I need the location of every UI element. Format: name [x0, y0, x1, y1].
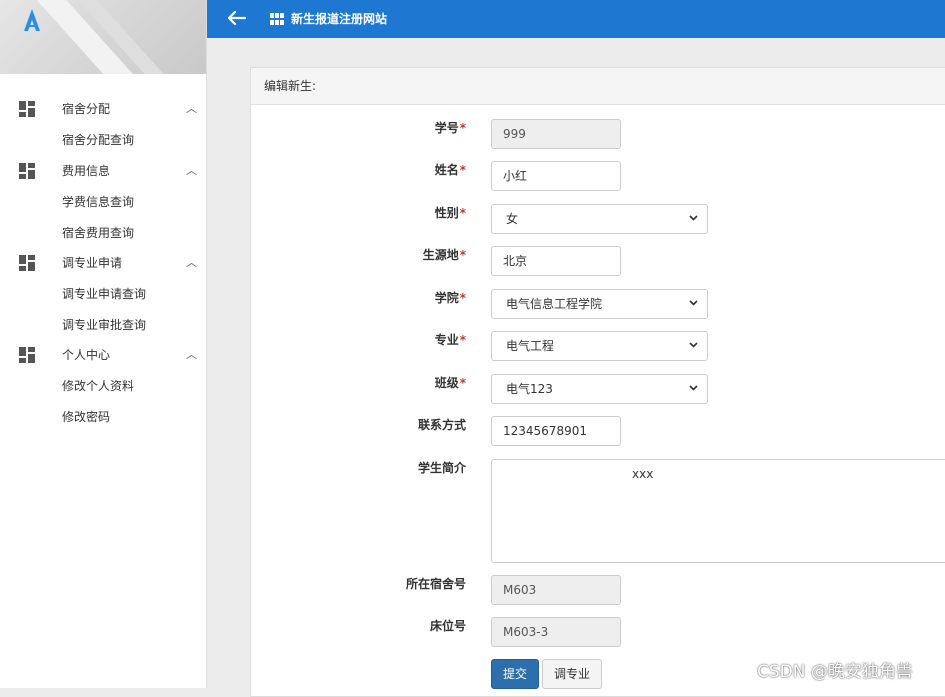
contact-input[interactable]: 12345678901 — [491, 416, 621, 446]
required-mark: * — [459, 376, 466, 390]
gender-select[interactable]: 女 — [491, 204, 708, 234]
sidebar-group-personal-center[interactable]: 个人中心 ︿ — [0, 340, 206, 370]
required-mark: * — [459, 206, 466, 220]
chevron-up-icon: ︿ — [186, 102, 197, 115]
sidebar-group-major-change[interactable]: 调专业申请 ︿ — [0, 248, 206, 278]
major-label: 专业* — [434, 333, 466, 347]
required-mark: * — [459, 121, 466, 135]
sidebar-group-label: 宿舍分配 — [62, 102, 111, 116]
dorm-label: 所在宿舍号 — [405, 577, 466, 591]
dashboard-icon — [19, 255, 35, 271]
sidebar-item-major-change-query[interactable]: 调专业申请查询 — [0, 278, 206, 310]
chevron-up-icon: ︿ — [186, 348, 197, 361]
sidebar: 宿舍分配 ︿ 宿舍分配查询 费用信息 ︿ 学费信息查询 宿舍费用查询 调专业申请… — [0, 0, 207, 688]
sidebar-item-major-change-approval[interactable]: 调专业审批查询 — [0, 310, 206, 340]
panel-title: 编辑新生: — [251, 68, 945, 105]
sidebar-group-dorm-allocation[interactable]: 宿舍分配 ︿ — [0, 94, 206, 124]
sidebar-group-label: 个人中心 — [62, 348, 111, 362]
sidebar-item-dorm-allocation-query[interactable]: 宿舍分配查询 — [0, 124, 206, 156]
top-bar: 新生报道注册网站 — [207, 0, 945, 38]
major-select-value: 电气工程 — [506, 339, 555, 353]
gender-label: 性别* — [434, 206, 466, 220]
name-input[interactable]: 小红 — [491, 161, 621, 191]
college-label: 学院* — [434, 291, 466, 305]
required-mark: * — [459, 163, 466, 177]
chevron-down-icon — [689, 300, 698, 306]
name-label: 姓名* — [434, 163, 466, 177]
required-mark: * — [459, 333, 466, 347]
submit-button[interactable]: 提交 — [491, 659, 539, 689]
sidebar-group-label: 调专业申请 — [62, 256, 123, 270]
watermark: CSDN @晚安独角兽 — [757, 662, 913, 682]
change-major-button[interactable]: 调专业 — [542, 659, 602, 689]
chevron-up-icon: ︿ — [186, 256, 197, 269]
grid-icon — [270, 13, 284, 25]
class-select[interactable]: 电气123 — [491, 374, 708, 404]
intro-label: 学生简介 — [417, 461, 466, 475]
logo-banner — [0, 0, 206, 74]
sidebar-item-dorm-fee-query[interactable]: 宿舍费用查询 — [0, 218, 206, 248]
chevron-up-icon: ︿ — [186, 164, 197, 177]
sidebar-item-edit-profile[interactable]: 修改个人资料 — [0, 370, 206, 402]
sidebar-group-fee-info[interactable]: 费用信息 ︿ — [0, 156, 206, 186]
sidebar-menu: 宿舍分配 ︿ 宿舍分配查询 费用信息 ︿ 学费信息查询 宿舍费用查询 调专业申请… — [0, 94, 206, 432]
required-mark: * — [459, 291, 466, 305]
dashboard-icon — [19, 101, 35, 117]
intro-text: xxx — [632, 467, 654, 481]
chevron-down-icon — [689, 342, 698, 348]
chevron-down-icon — [689, 385, 698, 391]
required-mark: * — [459, 248, 466, 262]
app-title[interactable]: 新生报道注册网站 — [291, 10, 387, 27]
major-select[interactable]: 电气工程 — [491, 331, 708, 361]
student-id-label: 学号* — [434, 121, 466, 135]
back-arrow-icon[interactable] — [227, 8, 247, 28]
sidebar-group-label: 费用信息 — [62, 164, 111, 178]
edit-student-panel: 编辑新生: 学号* 999 姓名* 小红 性别* 女 生源地* 北京 学院* 电… — [250, 67, 945, 697]
dashboard-icon — [19, 163, 35, 179]
college-select-value: 电气信息工程学院 — [506, 297, 603, 311]
bed-input[interactable]: M603-3 — [491, 617, 621, 647]
class-label: 班级* — [434, 376, 466, 390]
sidebar-item-tuition-query[interactable]: 学费信息查询 — [0, 186, 206, 218]
student-id-input[interactable]: 999 — [491, 119, 621, 149]
origin-label: 生源地* — [422, 248, 466, 262]
logo-icon — [24, 9, 40, 31]
class-select-value: 电气123 — [506, 382, 553, 396]
dorm-input[interactable]: M603 — [491, 575, 621, 605]
contact-label: 联系方式 — [417, 418, 466, 432]
sidebar-item-change-password[interactable]: 修改密码 — [0, 402, 206, 432]
dashboard-icon — [19, 347, 35, 363]
intro-textarea[interactable]: xxx — [491, 459, 945, 563]
bed-label: 床位号 — [429, 619, 466, 633]
college-select[interactable]: 电气信息工程学院 — [491, 289, 708, 319]
gender-select-value: 女 — [506, 212, 519, 226]
chevron-down-icon — [689, 215, 698, 221]
origin-input[interactable]: 北京 — [491, 246, 621, 276]
